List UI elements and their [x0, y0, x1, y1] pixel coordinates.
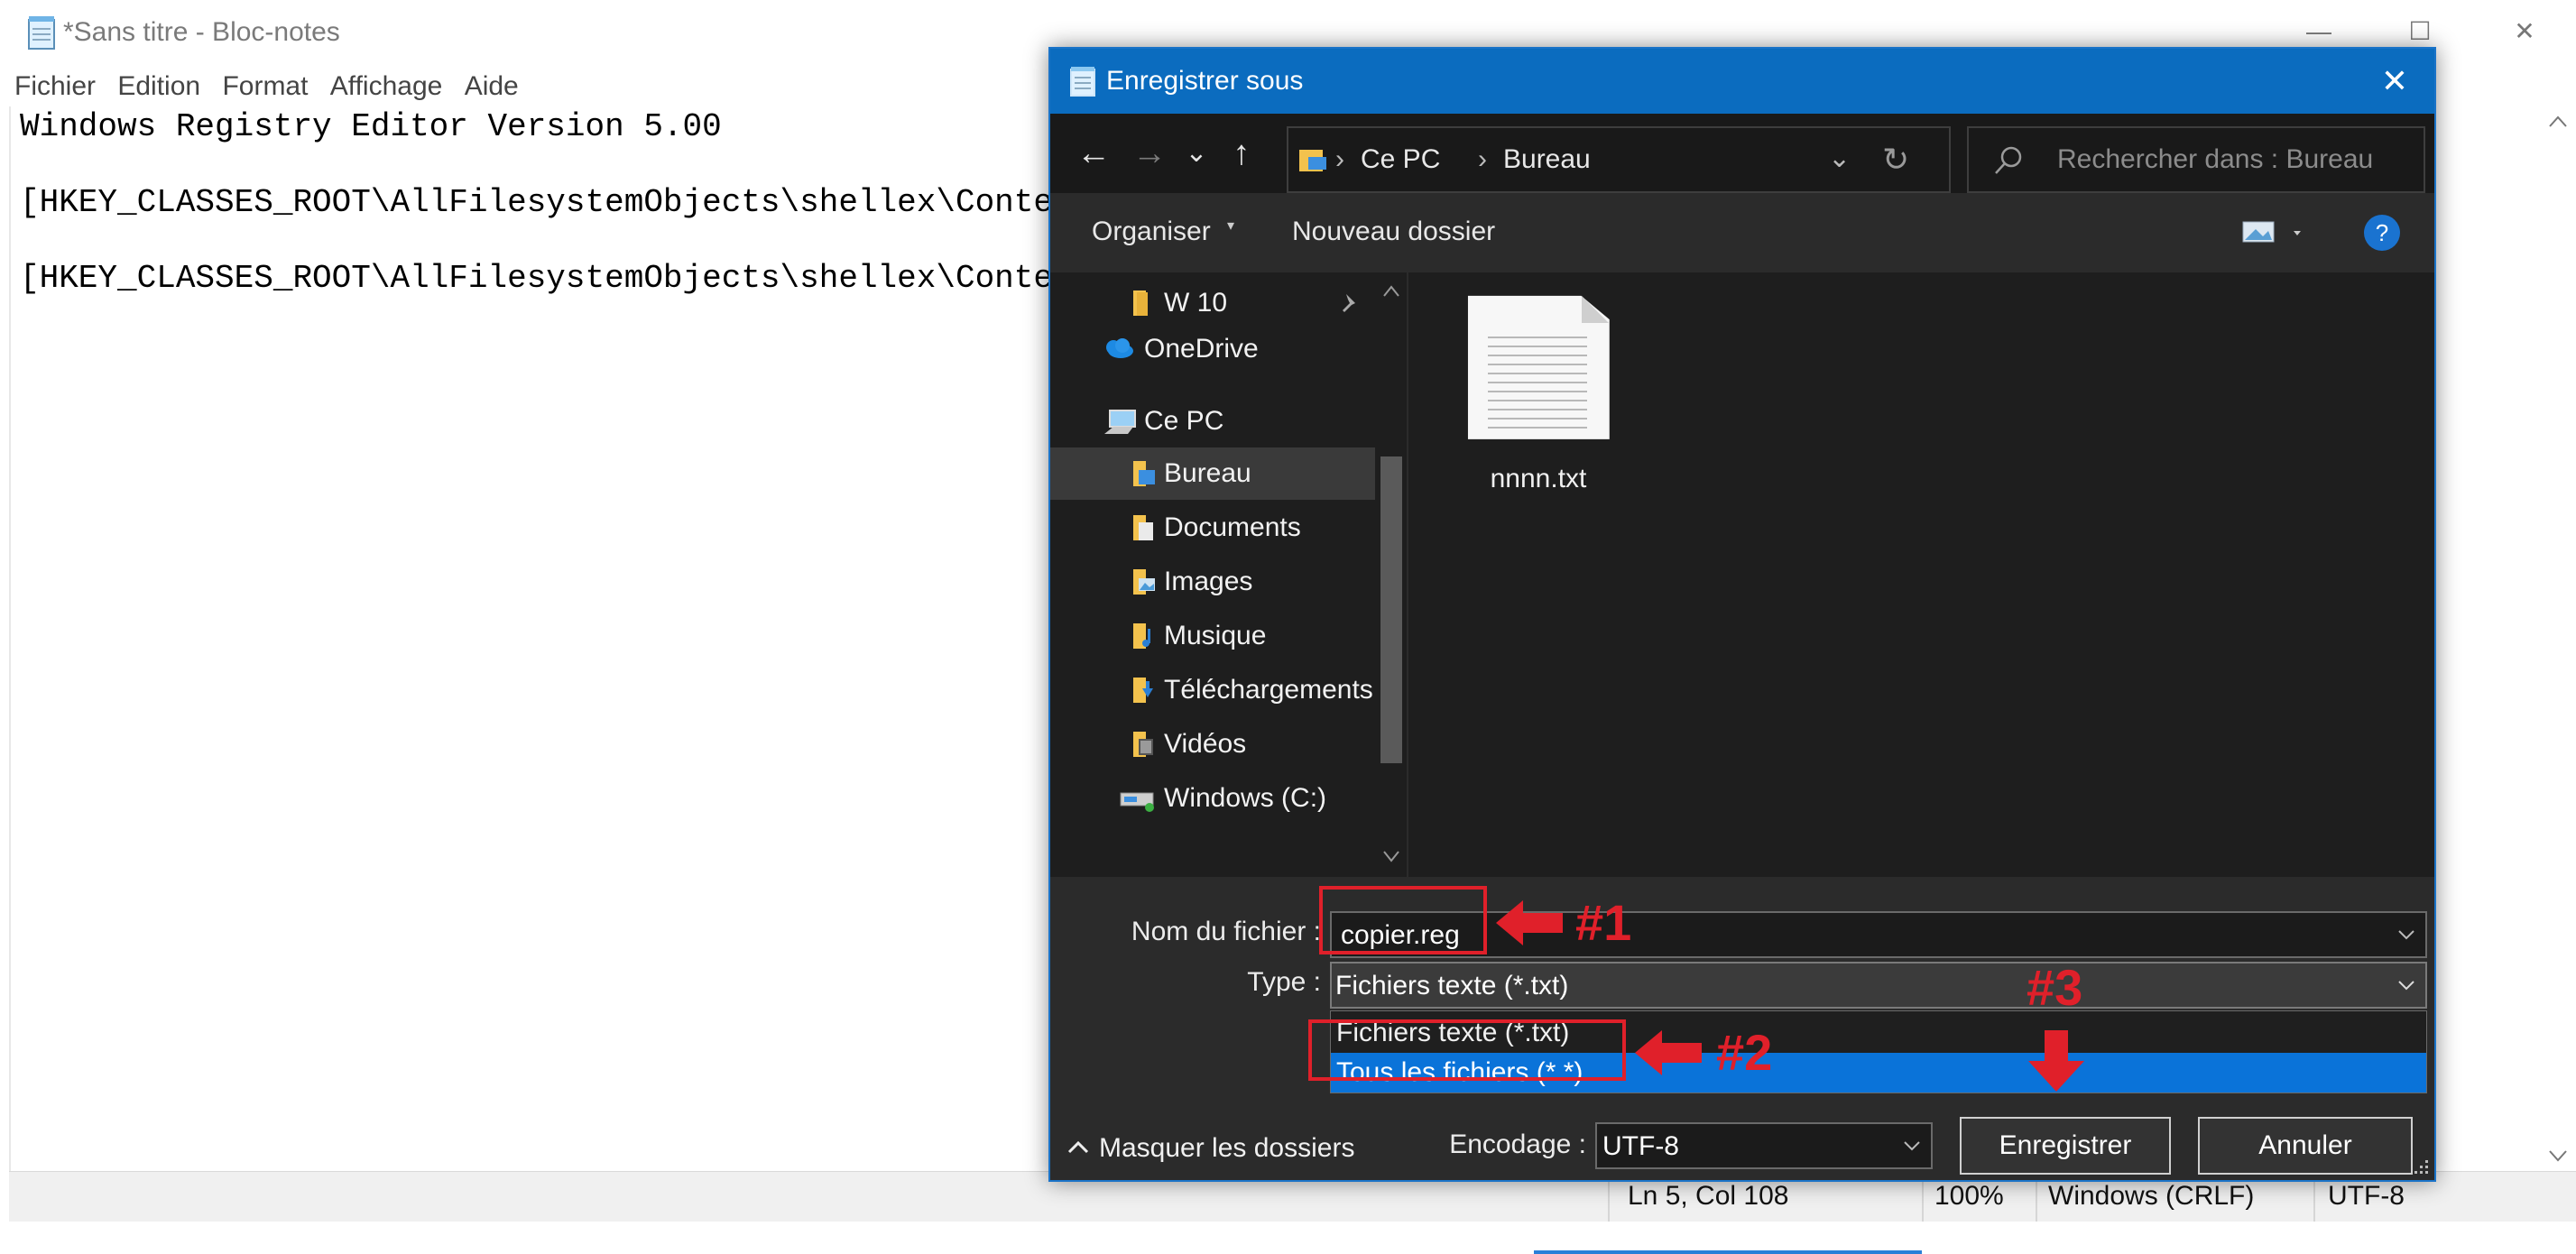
drive-icon [1120, 792, 1154, 812]
nav-item-ce-pc[interactable]: Ce PC [1050, 395, 1375, 447]
scroll-arrows-icon [2549, 115, 2567, 1162]
editor-line: Windows Registry Editor Version 5.00 [20, 108, 722, 145]
menu-aide[interactable]: Aide [465, 67, 519, 106]
folder-icon [1133, 290, 1148, 316]
nav-item-images[interactable]: Images [1050, 556, 1375, 608]
annotation-arrow-3 [2028, 1030, 2084, 1092]
breadcrumb-separator: › [1478, 144, 1487, 174]
vertical-scrollbar[interactable] [2543, 106, 2573, 1171]
annotation-box-type [1308, 1019, 1626, 1081]
help-button[interactable]: ? [2364, 215, 2400, 251]
filename-label: Nom du fichier : [1131, 917, 1321, 946]
chevron-up-icon [1067, 1140, 1089, 1154]
computer-icon [1104, 410, 1136, 434]
videos-folder-icon [1133, 732, 1153, 757]
navigation-pane: W 10 OneDrive Ce PC Bureau Documents Ima… [1050, 272, 1407, 877]
annotation-box-filename [1319, 886, 1487, 954]
window-title: *Sans titre - Bloc-notes [63, 17, 340, 47]
desktop-folder-icon [1299, 150, 1326, 171]
save-as-dialog: Enregistrer sous ✕ ← → ⌄ ↑ › Ce PC › Bur… [1048, 47, 2436, 1182]
file-list: nnnn.txt [1408, 272, 2434, 877]
search-field[interactable]: Rechercher dans : Bureau [1967, 126, 2425, 193]
annotation-arrow-2 [1635, 1030, 1702, 1075]
encoding-value: UTF-8 [1602, 1131, 1679, 1161]
cancel-button[interactable]: Annuler [2198, 1117, 2413, 1175]
search-placeholder: Rechercher dans : Bureau [2057, 144, 2374, 174]
notepad-icon [28, 16, 55, 50]
chevron-down-icon[interactable] [2396, 978, 2416, 992]
new-folder-button[interactable]: Nouveau dossier [1292, 217, 1495, 247]
menu-fichier[interactable]: Fichier [14, 67, 96, 106]
line-ending: Windows (CRLF) [2048, 1181, 2255, 1211]
annotation-label-3: #3 [2027, 959, 2083, 1016]
breadcrumb-bureau[interactable]: Bureau [1503, 144, 1591, 175]
view-options-icon[interactable] [2241, 218, 2304, 245]
pictures-folder-icon [1133, 569, 1155, 595]
documents-folder-icon [1133, 515, 1153, 540]
notepad-icon [1070, 67, 1095, 97]
nav-scrollbar[interactable] [1375, 272, 1407, 877]
file-type-value: Fichiers texte (*.txt) [1335, 971, 1569, 1000]
nav-item-videos[interactable]: Vidéos [1050, 718, 1375, 770]
address-dropdown-icon[interactable]: ⌄ [1828, 143, 1851, 174]
dialog-close-button[interactable]: ✕ [2368, 60, 2422, 103]
dialog-title: Enregistrer sous [1106, 66, 1304, 96]
music-folder-icon [1133, 623, 1150, 649]
nav-item-windows-c[interactable]: Windows (C:) [1050, 772, 1375, 825]
cursor-position: Ln 5, Col 108 [1628, 1181, 1789, 1211]
file-name: nnnn.txt [1490, 464, 1587, 493]
editor-line: [HKEY_CLASSES_ROOT\AllFilesystemObjects\… [20, 260, 1131, 297]
annotation-arrow-1 [1496, 900, 1563, 945]
nav-scroll-thumb[interactable] [1380, 456, 1402, 763]
scroll-down-icon[interactable] [1379, 848, 1404, 866]
hide-folders-label: Masquer les dossiers [1099, 1133, 1355, 1163]
nav-item-telechargements[interactable]: Téléchargements [1050, 664, 1375, 716]
breadcrumb-ce-pc[interactable]: Ce PC [1361, 144, 1440, 175]
breadcrumb-separator: › [1335, 144, 1344, 174]
pin-icon [1343, 294, 1355, 312]
forward-arrow-icon[interactable]: → [1130, 134, 1169, 173]
nav-item-w10[interactable]: W 10 [1050, 277, 1375, 329]
organize-dropdown-icon: ▾ [1227, 218, 1235, 234]
encoding-select[interactable]: UTF-8 [1595, 1122, 1933, 1169]
file-item[interactable]: nnnn.txt [1466, 287, 1611, 503]
menu-affichage[interactable]: Affichage [330, 67, 443, 106]
menu-format[interactable]: Format [222, 67, 308, 106]
menu-edition[interactable]: Edition [117, 67, 200, 106]
zoom-level: 100% [1934, 1181, 2004, 1211]
close-button[interactable]: ✕ [2498, 9, 2552, 54]
encoding-label: Encodage : [1449, 1130, 1586, 1159]
save-button[interactable]: Enregistrer [1960, 1117, 2171, 1175]
address-row: ← → ⌄ ↑ › Ce PC › Bureau ⌄ ↻ Rechercher … [1050, 114, 2434, 193]
nav-item-documents[interactable]: Documents [1050, 502, 1375, 554]
search-icon [1995, 146, 2022, 174]
dialog-titlebar: Enregistrer sous ✕ [1050, 49, 2434, 114]
refresh-icon[interactable]: ↻ [1882, 141, 1909, 179]
back-arrow-icon[interactable]: ← [1074, 134, 1113, 173]
nav-item-musique[interactable]: Musique [1050, 610, 1375, 662]
dialog-toolbar: Organiser ▾ Nouveau dossier ? [1050, 193, 2434, 272]
recent-locations-icon[interactable]: ⌄ [1177, 134, 1216, 173]
nav-item-onedrive[interactable]: OneDrive [1050, 323, 1375, 375]
editor-line: [HKEY_CLASSES_ROOT\AllFilesystemObjects\… [20, 184, 1131, 221]
organize-button[interactable]: Organiser [1092, 217, 1211, 247]
file-type-select[interactable]: Fichiers texte (*.txt) [1330, 962, 2427, 1009]
type-label: Type : [1247, 967, 1321, 997]
nav-item-bureau[interactable]: Bureau [1050, 447, 1375, 500]
text-file-icon [1467, 295, 1610, 439]
status-encoding: UTF-8 [2328, 1181, 2405, 1211]
chevron-down-icon[interactable] [2396, 927, 2416, 942]
cloud-icon [1106, 338, 1133, 358]
up-arrow-icon[interactable]: ↑ [1222, 134, 1261, 173]
desktop-folder-icon [1133, 461, 1155, 486]
annotation-label-1: #1 [1575, 894, 1632, 951]
chevron-down-icon [1904, 1141, 1920, 1151]
address-bar[interactable]: › Ce PC › Bureau ⌄ ↻ [1287, 126, 1951, 193]
resize-grip-icon[interactable] [2411, 1157, 2431, 1176]
scroll-up-icon[interactable] [1379, 281, 1404, 300]
annotation-label-2: #2 [1716, 1024, 1773, 1081]
taskbar-edge [0, 1222, 2576, 1254]
downloads-folder-icon [1133, 678, 1153, 703]
